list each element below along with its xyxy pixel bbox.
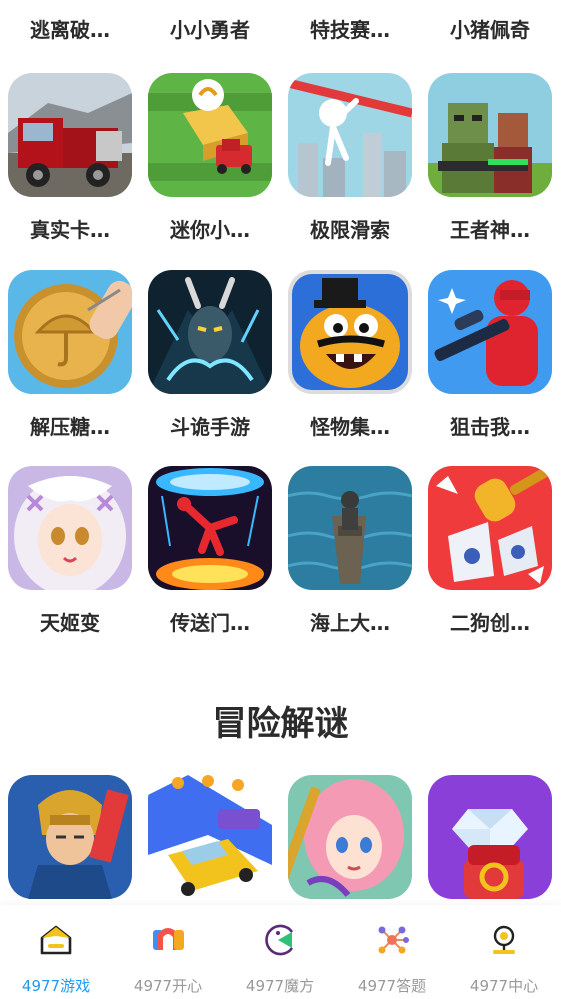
blocky-soldier-game-icon[interactable] — [428, 73, 552, 197]
game-name: 小小勇者 — [170, 18, 250, 42]
tab-4977-quiz[interactable]: 4977答题 — [336, 905, 448, 999]
game-name: 特技赛… — [310, 18, 390, 42]
scrolled-top-row: 逃离破… 小小勇者 特技赛… 小猪佩奇 — [0, 0, 561, 48]
section-title-adventure: 冒险解谜 — [212, 704, 349, 744]
game-name: 真实卡… — [30, 218, 110, 242]
game-name: 斗诡手游 — [170, 415, 250, 439]
boat-game-icon[interactable] — [288, 466, 412, 590]
tab-label: 4977游戏 — [21, 977, 91, 995]
tab-4977-cube[interactable]: 4977魔方 — [224, 905, 336, 999]
hammer-vase-game-icon[interactable] — [428, 466, 552, 590]
home-icon — [40, 925, 72, 955]
tab-label: 4977答题 — [357, 977, 427, 995]
farm-truck-game-icon[interactable] — [148, 73, 272, 197]
tab-4977-games[interactable]: 4977游戏 — [0, 905, 112, 999]
diamond-ring-game-icon[interactable] — [428, 775, 552, 899]
portal-game-icon[interactable] — [148, 466, 272, 590]
candy-carving-game-icon[interactable] — [8, 270, 132, 394]
tab-label: 4977魔方 — [245, 977, 315, 995]
hero-knight-game-icon[interactable] — [8, 775, 132, 899]
truck-game-icon[interactable] — [8, 73, 132, 197]
game-name: 小猪佩奇 — [450, 18, 530, 42]
monster-game-icon[interactable] — [288, 270, 412, 394]
game-name: 二狗创… — [450, 611, 530, 635]
bottom-tab-bar: 4977游戏 4977开心 4977魔方 4977答题 4977中心 — [0, 905, 561, 999]
game-name: 王者神… — [450, 218, 530, 242]
molecule-icon — [378, 926, 409, 954]
game-name: 怪物集… — [310, 415, 390, 439]
game-name: 迷你小… — [170, 218, 250, 242]
game-name: 传送门… — [170, 611, 250, 635]
game-name: 狙击我… — [450, 415, 530, 439]
profile-icon — [493, 925, 515, 954]
happy-logo-icon — [153, 928, 184, 950]
demon-warrior-game-icon[interactable] — [148, 270, 272, 394]
sniper-game-icon[interactable] — [428, 270, 552, 394]
game-name: 解压糖… — [30, 415, 110, 439]
game-name: 海上大… — [310, 611, 390, 635]
tab-label: 4977中心 — [469, 977, 539, 995]
game-name: 极限滑索 — [310, 218, 390, 242]
tab-label: 4977开心 — [133, 977, 203, 995]
anime-girl-game-icon[interactable] — [8, 466, 132, 590]
game-name: 天姬变 — [40, 611, 100, 635]
pacman-icon — [265, 924, 294, 956]
game-name: 逃离破… — [30, 18, 110, 42]
princess-game-icon[interactable] — [288, 775, 412, 899]
tab-4977-center[interactable]: 4977中心 — [448, 905, 560, 999]
zipline-game-icon[interactable] — [288, 73, 412, 197]
taxi-runner-game-icon[interactable] — [148, 775, 272, 899]
tab-4977-happy[interactable]: 4977开心 — [112, 905, 224, 999]
